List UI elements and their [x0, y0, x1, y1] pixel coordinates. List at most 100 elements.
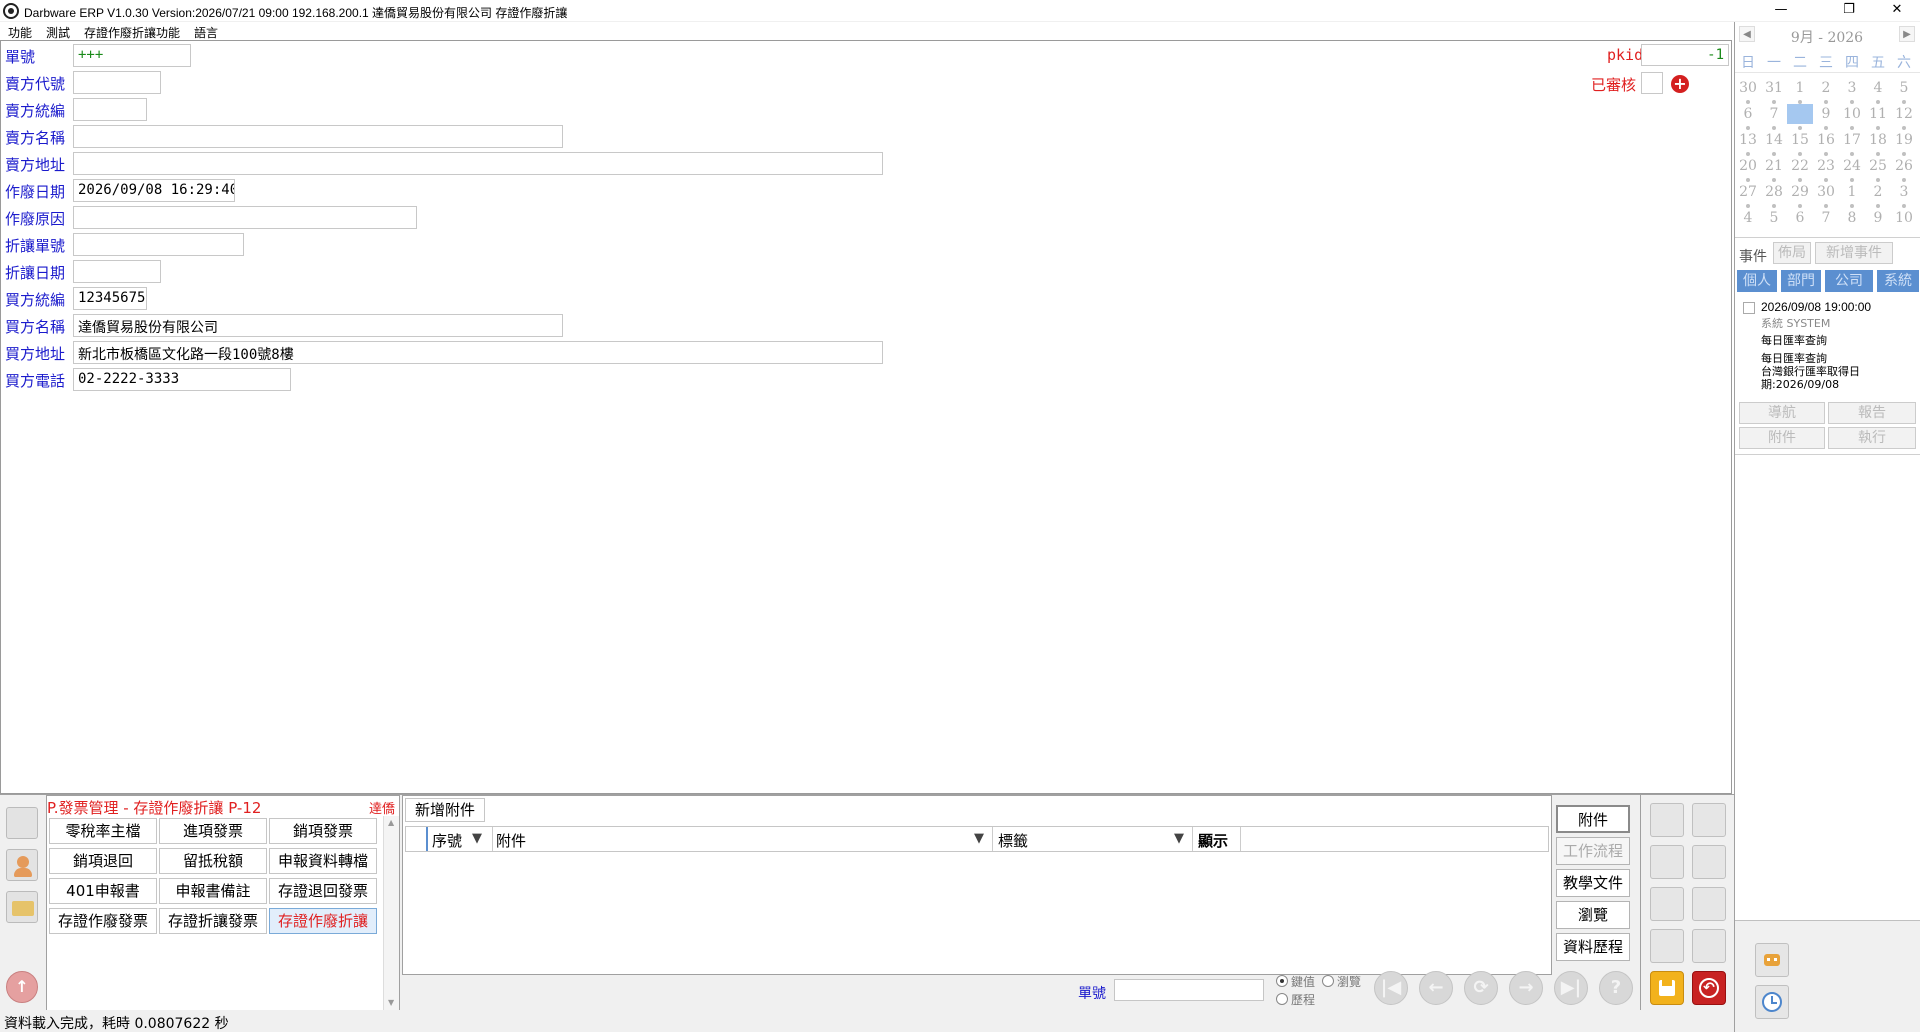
calendar-day[interactable]: 4: [1865, 78, 1891, 98]
robot-icon[interactable]: [1755, 943, 1789, 977]
tag-filter-icon[interactable]: ▼: [1174, 831, 1184, 846]
clock-icon[interactable]: [1755, 985, 1789, 1019]
navigate-button[interactable]: 導航: [1739, 402, 1825, 424]
tax-credit-button[interactable]: 留抵稅額: [159, 848, 267, 874]
attachment-filter-icon[interactable]: ▼: [974, 831, 984, 846]
save-icon[interactable]: [1650, 971, 1684, 1005]
layout-button[interactable]: 佈局: [1773, 242, 1811, 264]
calendar-day[interactable]: 9: [1813, 104, 1839, 124]
minimize-button[interactable]: —: [1758, 0, 1804, 22]
calendar-day[interactable]: 20: [1735, 156, 1761, 176]
calendar-day[interactable]: 7: [1761, 104, 1787, 124]
output-return-button[interactable]: 銷項退回: [49, 848, 157, 874]
copy-record-icon[interactable]: [1650, 845, 1684, 879]
calendar-prev-button[interactable]: ◀: [1739, 26, 1755, 42]
folder-icon[interactable]: [6, 891, 38, 923]
calendar-day[interactable]: 3: [1891, 182, 1917, 202]
calendar-day[interactable]: 22: [1787, 156, 1813, 176]
allowance-no-field[interactable]: [73, 233, 244, 256]
calendar-day[interactable]: 9: [1865, 208, 1891, 228]
tab-department[interactable]: 部門: [1781, 270, 1821, 292]
prev-record-icon[interactable]: ←: [1419, 971, 1453, 1005]
workflow-button[interactable]: 工作流程: [1556, 837, 1630, 865]
close-button[interactable]: ✕: [1874, 0, 1920, 22]
print-icon[interactable]: [1692, 845, 1726, 879]
buyer-taxid-field[interactable]: 12345675: [73, 287, 147, 310]
help-icon[interactable]: ?: [1599, 971, 1633, 1005]
calendar-day[interactable]: 28: [1761, 182, 1787, 202]
certified-allowance-button[interactable]: 存證折讓發票: [159, 908, 267, 934]
add-circle-icon[interactable]: +: [1671, 75, 1689, 93]
report-button[interactable]: 報告: [1828, 402, 1916, 424]
event-attachment-button[interactable]: 附件: [1739, 427, 1825, 449]
first-record-icon[interactable]: |◀: [1374, 971, 1408, 1005]
calendar-day[interactable]: 29: [1787, 182, 1813, 202]
calendar-day[interactable]: 3: [1839, 78, 1865, 98]
add-event-button[interactable]: 新增事件: [1815, 242, 1893, 264]
calendar-day[interactable]: 16: [1813, 130, 1839, 150]
seller-name-field[interactable]: [73, 125, 563, 148]
col-attachment[interactable]: 附件: [496, 830, 526, 851]
new-record-icon[interactable]: [1650, 803, 1684, 837]
calendar-day[interactable]: 15: [1787, 130, 1813, 150]
menu-void-allowance[interactable]: 存證作廢折讓功能: [84, 24, 180, 41]
history-button[interactable]: 資料歷程: [1556, 933, 1630, 961]
delete-record-icon[interactable]: [1650, 929, 1684, 963]
calendar-day[interactable]: 13: [1735, 130, 1761, 150]
calendar-day[interactable]: 5: [1761, 208, 1787, 228]
event-item[interactable]: 2026/09/08 19:00:00 系統 SYSTEM 每日匯率查詢 每日匯…: [1735, 296, 1920, 391]
calendar-day[interactable]: 11: [1865, 104, 1891, 124]
calendar-day[interactable]: 27: [1735, 182, 1761, 202]
calendar-day[interactable]: 8: [1787, 104, 1813, 124]
calendar-day[interactable]: 10: [1839, 104, 1865, 124]
col-seq[interactable]: 序號: [432, 830, 462, 851]
attachment-button[interactable]: 附件: [1556, 805, 1630, 833]
col-display[interactable]: 顯示: [1198, 830, 1228, 851]
calendar-day[interactable]: 6: [1787, 208, 1813, 228]
void-date-field[interactable]: 2026/09/08 16:29:40: [73, 179, 235, 202]
calendar-day[interactable]: 4: [1735, 208, 1761, 228]
seller-address-field[interactable]: [73, 152, 883, 175]
tab-company[interactable]: 公司: [1825, 270, 1873, 292]
tab-system[interactable]: 系統: [1877, 270, 1919, 292]
event-checkbox[interactable]: [1743, 302, 1755, 314]
allowance-date-field[interactable]: [73, 260, 161, 283]
browse-button[interactable]: 瀏覽: [1556, 901, 1630, 929]
refresh-icon[interactable]: ⟳: [1464, 971, 1498, 1005]
menu-scrollbar[interactable]: ▲ ▼: [383, 816, 399, 1010]
col-tag[interactable]: 標籤: [998, 830, 1028, 851]
calendar-day[interactable]: 14: [1761, 130, 1787, 150]
report-notes-button[interactable]: 申報書備註: [159, 878, 267, 904]
calendar-day[interactable]: 19: [1891, 130, 1917, 150]
add-attachment-button[interactable]: 新增附件: [405, 798, 485, 822]
tutorial-button[interactable]: 教學文件: [1556, 869, 1630, 897]
seller-taxid-field[interactable]: [73, 98, 147, 121]
calendar-day[interactable]: 30: [1813, 182, 1839, 202]
restore-button[interactable]: ❐: [1826, 0, 1872, 22]
certified-void-allowance-button[interactable]: 存證作廢折讓: [269, 908, 377, 934]
calendar-day[interactable]: 21: [1761, 156, 1787, 176]
calendar-title[interactable]: 9月 - 2026: [1759, 27, 1895, 47]
input-invoice-button[interactable]: 進項發票: [159, 818, 267, 844]
calendar-day[interactable]: 25: [1865, 156, 1891, 176]
zero-tax-master-button[interactable]: 零稅率主檔: [49, 818, 157, 844]
void-reason-field[interactable]: [73, 206, 417, 229]
audited-checkbox[interactable]: [1641, 72, 1663, 94]
calendar-day[interactable]: 12: [1891, 104, 1917, 124]
undo-icon[interactable]: ↶: [1692, 971, 1726, 1005]
certified-return-button[interactable]: 存證退回發票: [269, 878, 377, 904]
calendar-day[interactable]: 31: [1761, 78, 1787, 98]
report-transfer-button[interactable]: 申報資料轉檔: [269, 848, 377, 874]
up-arrow-icon[interactable]: ↑: [6, 971, 38, 1003]
pkid-field[interactable]: -1: [1641, 44, 1729, 66]
search-record-icon[interactable]: [1650, 887, 1684, 921]
calendar-day[interactable]: 26: [1891, 156, 1917, 176]
radio-browse[interactable]: [1322, 975, 1334, 987]
calendar-next-button[interactable]: ▶: [1899, 26, 1915, 42]
menu-language[interactable]: 語言: [194, 24, 218, 41]
calendar-day[interactable]: 10: [1891, 208, 1917, 228]
preview-icon[interactable]: [1692, 929, 1726, 963]
calendar-day[interactable]: 24: [1839, 156, 1865, 176]
last-record-icon[interactable]: ▶|: [1554, 971, 1588, 1005]
certified-void-invoice-button[interactable]: 存證作廢發票: [49, 908, 157, 934]
